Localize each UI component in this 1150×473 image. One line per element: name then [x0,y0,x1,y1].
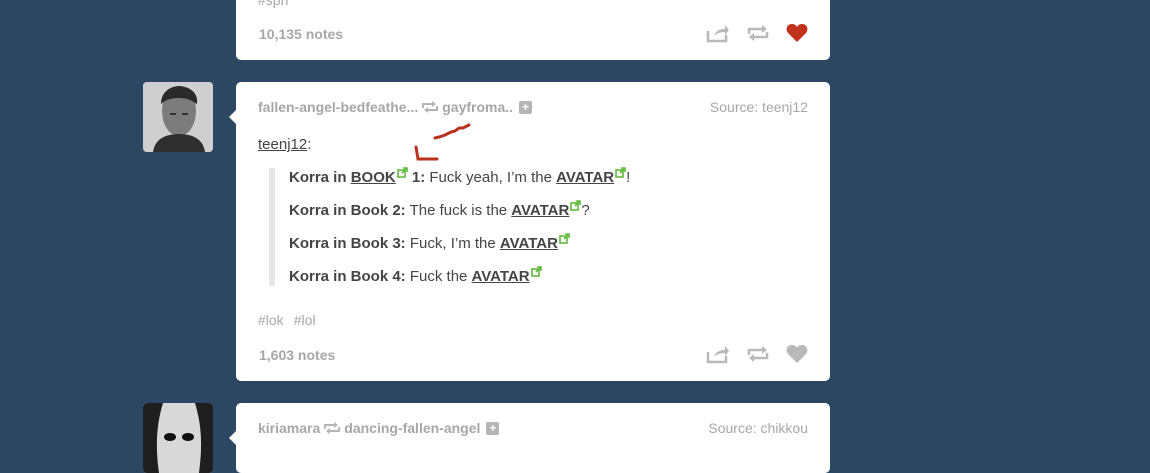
quote-end: ? [581,202,590,219]
book-link[interactable]: BOOK [351,169,396,186]
heart-icon[interactable] [786,344,808,364]
reblog-icon[interactable] [746,344,770,364]
attribution: teenj12: [258,136,311,153]
share-icon[interactable] [706,23,730,43]
external-link-icon[interactable] [615,165,626,182]
notes-count[interactable]: 10,135 notes [259,26,343,42]
quote-line-2: Korra in Book 2: The fuck is the AVATAR? [289,200,590,219]
quote-line-1: Korra in BOOK 1: Fuck yeah, I’m the AVAT… [289,167,631,186]
reblogged-from-name[interactable]: gayfroma.. [442,99,513,115]
quote-label: Korra in Book 2: [289,202,406,219]
tag-link[interactable]: #lok [258,312,284,328]
avatar-link[interactable]: AVATAR [556,169,614,186]
avatar-link[interactable]: AVATAR [500,235,558,252]
quote-label-rest: 1: [407,169,426,186]
post-source[interactable]: Source: teenj12 [710,99,808,115]
post-tag[interactable]: #spn [258,0,288,8]
post-card-bottom: kiriamara dancing-fallen-angel + Source:… [229,403,830,473]
quote-label: Korra in Book 3: [289,235,406,252]
quote-label: Korra in [289,169,351,186]
post-header: fallen-angel-bedfeathe... gayfroma.. + S… [258,99,808,115]
reblogger-name[interactable]: fallen-angel-bedfeathe... [258,99,418,115]
avatar-link[interactable]: AVATAR [511,202,569,219]
quote-text: Fuck the [405,268,472,285]
post-tags: #lok #lol [258,312,325,328]
external-link-icon[interactable] [559,231,570,248]
quote-end: ! [626,169,631,186]
reblog-small-icon [323,422,341,434]
attribution-colon: : [307,136,312,153]
post-source[interactable]: Source: chikkou [708,420,808,436]
external-link-icon[interactable] [570,198,582,215]
external-link-icon[interactable] [530,264,542,281]
post-actions [706,23,808,43]
post-actions [706,344,808,364]
quote-bar [269,168,275,286]
quote-text: Fuck yeah, I’m the [425,169,557,186]
plus-icon[interactable]: + [519,100,533,114]
avatar[interactable] [143,403,213,473]
post-header: kiriamara dancing-fallen-angel + Source:… [258,420,808,436]
quote-text: The fuck is the [405,202,512,219]
reblogger-name[interactable]: kiriamara [258,420,320,436]
reblogged-from-name[interactable]: dancing-fallen-angel [344,420,480,436]
avatar-link[interactable]: AVATAR [472,268,530,285]
notes-count[interactable]: 1,603 notes [259,347,335,363]
quote-line-3: Korra in Book 3: Fuck, I’m the AVATAR [289,233,570,252]
annotation-scribble [414,123,471,161]
post-card: fallen-angel-bedfeathe... gayfroma.. + S… [229,82,830,381]
reblog-icon[interactable] [746,23,770,43]
post-card-top: #spn 10,135 notes [236,0,830,60]
attribution-user[interactable]: teenj12 [258,136,307,153]
quote-line-4: Korra in Book 4: Fuck the AVATAR [289,266,542,285]
external-link-icon[interactable] [396,165,408,182]
avatar[interactable] [143,82,213,152]
plus-icon[interactable]: + [486,421,500,435]
quote-label: Korra in Book 4: [289,268,406,285]
share-icon[interactable] [706,344,730,364]
quote-text: Fuck, I’m the [405,235,500,252]
heart-icon[interactable] [786,23,808,43]
reblog-small-icon [421,101,439,113]
tag-link[interactable]: #lol [294,312,316,328]
